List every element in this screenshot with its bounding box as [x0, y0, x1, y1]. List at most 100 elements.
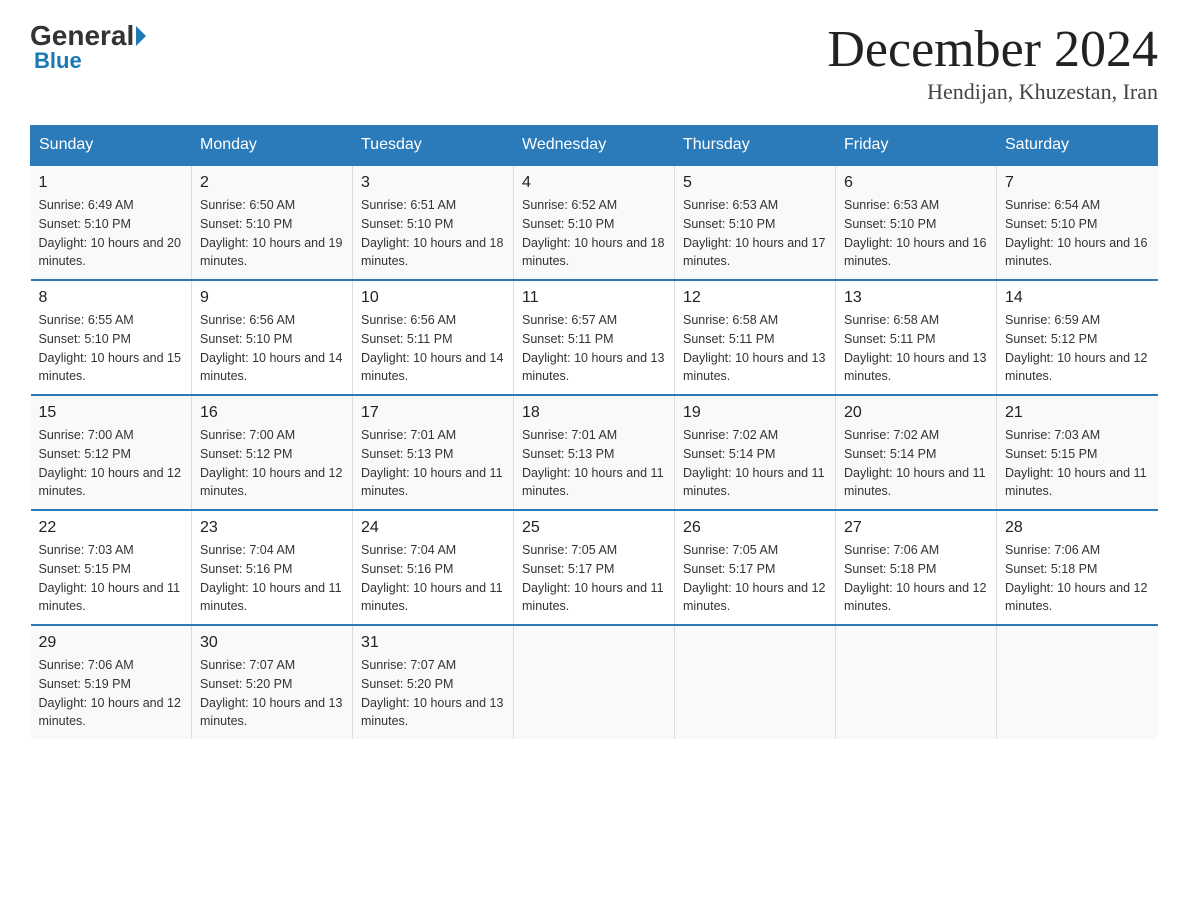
day-info: Sunrise: 7:06 AMSunset: 5:19 PMDaylight:…: [39, 656, 184, 731]
day-info: Sunrise: 7:07 AMSunset: 5:20 PMDaylight:…: [361, 656, 505, 731]
day-number: 15: [39, 404, 184, 422]
day-info: Sunrise: 6:58 AMSunset: 5:11 PMDaylight:…: [683, 311, 827, 386]
day-number: 22: [39, 519, 184, 537]
day-info: Sunrise: 6:56 AMSunset: 5:11 PMDaylight:…: [361, 311, 505, 386]
day-number: 8: [39, 289, 184, 307]
day-info: Sunrise: 6:53 AMSunset: 5:10 PMDaylight:…: [683, 196, 827, 271]
day-info: Sunrise: 6:55 AMSunset: 5:10 PMDaylight:…: [39, 311, 184, 386]
calendar-cell: 6Sunrise: 6:53 AMSunset: 5:10 PMDaylight…: [836, 165, 997, 280]
day-number: 21: [1005, 404, 1150, 422]
calendar-cell: 24Sunrise: 7:04 AMSunset: 5:16 PMDayligh…: [353, 510, 514, 625]
day-number: 4: [522, 174, 666, 192]
day-number: 23: [200, 519, 344, 537]
day-number: 2: [200, 174, 344, 192]
day-number: 28: [1005, 519, 1150, 537]
calendar-cell: [675, 625, 836, 739]
day-info: Sunrise: 6:58 AMSunset: 5:11 PMDaylight:…: [844, 311, 988, 386]
day-number: 12: [683, 289, 827, 307]
header-sunday: Sunday: [31, 126, 192, 166]
day-number: 11: [522, 289, 666, 307]
calendar-cell: 19Sunrise: 7:02 AMSunset: 5:14 PMDayligh…: [675, 395, 836, 510]
day-number: 16: [200, 404, 344, 422]
calendar-cell: 29 Sunrise: 7:06 AMSunset: 5:19 PMDayligh…: [31, 625, 192, 739]
calendar-week-row: 1 Sunrise: 6:49 AMSunset: 5:10 PMDaylight…: [31, 165, 1158, 280]
day-number: 31: [361, 634, 505, 652]
header-thursday: Thursday: [675, 126, 836, 166]
day-info: Sunrise: 7:04 AMSunset: 5:16 PMDaylight:…: [361, 541, 505, 616]
calendar-cell: 12 Sunrise: 6:58 AMSunset: 5:11 PMDayligh…: [675, 280, 836, 395]
calendar-table: SundayMondayTuesdayWednesdayThursdayFrid…: [30, 125, 1158, 739]
logo-arrow-icon: [136, 26, 146, 46]
header-friday: Friday: [836, 126, 997, 166]
calendar-cell: 30 Sunrise: 7:07 AMSunset: 5:20 PMDayligh…: [192, 625, 353, 739]
title-section: December 2024 Hendijan, Khuzestan, Iran: [827, 20, 1158, 105]
calendar-cell: 21Sunrise: 7:03 AMSunset: 5:15 PMDayligh…: [997, 395, 1158, 510]
calendar-cell: 31 Sunrise: 7:07 AMSunset: 5:20 PMDayligh…: [353, 625, 514, 739]
day-info: Sunrise: 7:00 AMSunset: 5:12 PMDaylight:…: [200, 426, 344, 501]
calendar-cell: [514, 625, 675, 739]
calendar-week-row: 8 Sunrise: 6:55 AMSunset: 5:10 PMDaylight…: [31, 280, 1158, 395]
header-monday: Monday: [192, 126, 353, 166]
calendar-cell: 1 Sunrise: 6:49 AMSunset: 5:10 PMDaylight…: [31, 165, 192, 280]
header-tuesday: Tuesday: [353, 126, 514, 166]
day-info: Sunrise: 7:02 AMSunset: 5:14 PMDaylight:…: [683, 426, 827, 501]
logo-blue-text: Blue: [34, 48, 82, 74]
day-info: Sunrise: 7:01 AMSunset: 5:13 PMDaylight:…: [522, 426, 666, 501]
page-header: General Blue December 2024 Hendijan, Khu…: [30, 20, 1158, 105]
day-number: 20: [844, 404, 988, 422]
day-number: 14: [1005, 289, 1150, 307]
header-saturday: Saturday: [997, 126, 1158, 166]
calendar-cell: 4 Sunrise: 6:52 AMSunset: 5:10 PMDaylight…: [514, 165, 675, 280]
day-info: Sunrise: 6:49 AMSunset: 5:10 PMDaylight:…: [39, 196, 184, 271]
day-info: Sunrise: 7:07 AMSunset: 5:20 PMDaylight:…: [200, 656, 344, 731]
location-text: Hendijan, Khuzestan, Iran: [827, 79, 1158, 105]
calendar-cell: 5 Sunrise: 6:53 AMSunset: 5:10 PMDaylight…: [675, 165, 836, 280]
calendar-cell: 15 Sunrise: 7:00 AMSunset: 5:12 PMDayligh…: [31, 395, 192, 510]
day-number: 5: [683, 174, 827, 192]
calendar-cell: 13 Sunrise: 6:58 AMSunset: 5:11 PMDayligh…: [836, 280, 997, 395]
day-info: Sunrise: 6:57 AMSunset: 5:11 PMDaylight:…: [522, 311, 666, 386]
calendar-cell: 9 Sunrise: 6:56 AMSunset: 5:10 PMDaylight…: [192, 280, 353, 395]
day-info: Sunrise: 7:05 AMSunset: 5:17 PMDaylight:…: [522, 541, 666, 616]
day-number: 18: [522, 404, 666, 422]
day-number: 25: [522, 519, 666, 537]
day-number: 27: [844, 519, 988, 537]
calendar-cell: 16 Sunrise: 7:00 AMSunset: 5:12 PMDayligh…: [192, 395, 353, 510]
logo: General Blue: [30, 20, 148, 74]
calendar-cell: [836, 625, 997, 739]
day-info: Sunrise: 6:56 AMSunset: 5:10 PMDaylight:…: [200, 311, 344, 386]
calendar-week-row: 15 Sunrise: 7:00 AMSunset: 5:12 PMDayligh…: [31, 395, 1158, 510]
day-info: Sunrise: 6:53 AMSunset: 5:10 PMDaylight:…: [844, 196, 988, 271]
day-info: Sunrise: 7:06 AMSunset: 5:18 PMDaylight:…: [844, 541, 988, 616]
calendar-cell: 18 Sunrise: 7:01 AMSunset: 5:13 PMDayligh…: [514, 395, 675, 510]
calendar-week-row: 22 Sunrise: 7:03 AMSunset: 5:15 PMDayligh…: [31, 510, 1158, 625]
day-number: 13: [844, 289, 988, 307]
day-number: 7: [1005, 174, 1150, 192]
calendar-cell: 20 Sunrise: 7:02 AMSunset: 5:14 PMDayligh…: [836, 395, 997, 510]
month-title: December 2024: [827, 20, 1158, 79]
calendar-cell: 28Sunrise: 7:06 AMSunset: 5:18 PMDayligh…: [997, 510, 1158, 625]
day-info: Sunrise: 6:59 AMSunset: 5:12 PMDaylight:…: [1005, 311, 1150, 386]
day-info: Sunrise: 6:51 AMSunset: 5:10 PMDaylight:…: [361, 196, 505, 271]
calendar-cell: 17Sunrise: 7:01 AMSunset: 5:13 PMDayligh…: [353, 395, 514, 510]
day-info: Sunrise: 7:01 AMSunset: 5:13 PMDaylight:…: [361, 426, 505, 501]
header-wednesday: Wednesday: [514, 126, 675, 166]
day-number: 1: [39, 174, 184, 192]
calendar-cell: 25 Sunrise: 7:05 AMSunset: 5:17 PMDayligh…: [514, 510, 675, 625]
day-info: Sunrise: 7:03 AMSunset: 5:15 PMDaylight:…: [39, 541, 184, 616]
day-info: Sunrise: 7:05 AMSunset: 5:17 PMDaylight:…: [683, 541, 827, 616]
calendar-cell: 22 Sunrise: 7:03 AMSunset: 5:15 PMDayligh…: [31, 510, 192, 625]
day-number: 30: [200, 634, 344, 652]
day-info: Sunrise: 7:02 AMSunset: 5:14 PMDaylight:…: [844, 426, 988, 501]
day-number: 9: [200, 289, 344, 307]
day-info: Sunrise: 6:52 AMSunset: 5:10 PMDaylight:…: [522, 196, 666, 271]
day-number: 29: [39, 634, 184, 652]
day-number: 3: [361, 174, 505, 192]
calendar-cell: 27 Sunrise: 7:06 AMSunset: 5:18 PMDayligh…: [836, 510, 997, 625]
calendar-cell: 14 Sunrise: 6:59 AMSunset: 5:12 PMDayligh…: [997, 280, 1158, 395]
day-info: Sunrise: 6:50 AMSunset: 5:10 PMDaylight:…: [200, 196, 344, 271]
calendar-cell: 23Sunrise: 7:04 AMSunset: 5:16 PMDayligh…: [192, 510, 353, 625]
day-number: 10: [361, 289, 505, 307]
day-info: Sunrise: 7:00 AMSunset: 5:12 PMDaylight:…: [39, 426, 184, 501]
calendar-cell: 10 Sunrise: 6:56 AMSunset: 5:11 PMDayligh…: [353, 280, 514, 395]
